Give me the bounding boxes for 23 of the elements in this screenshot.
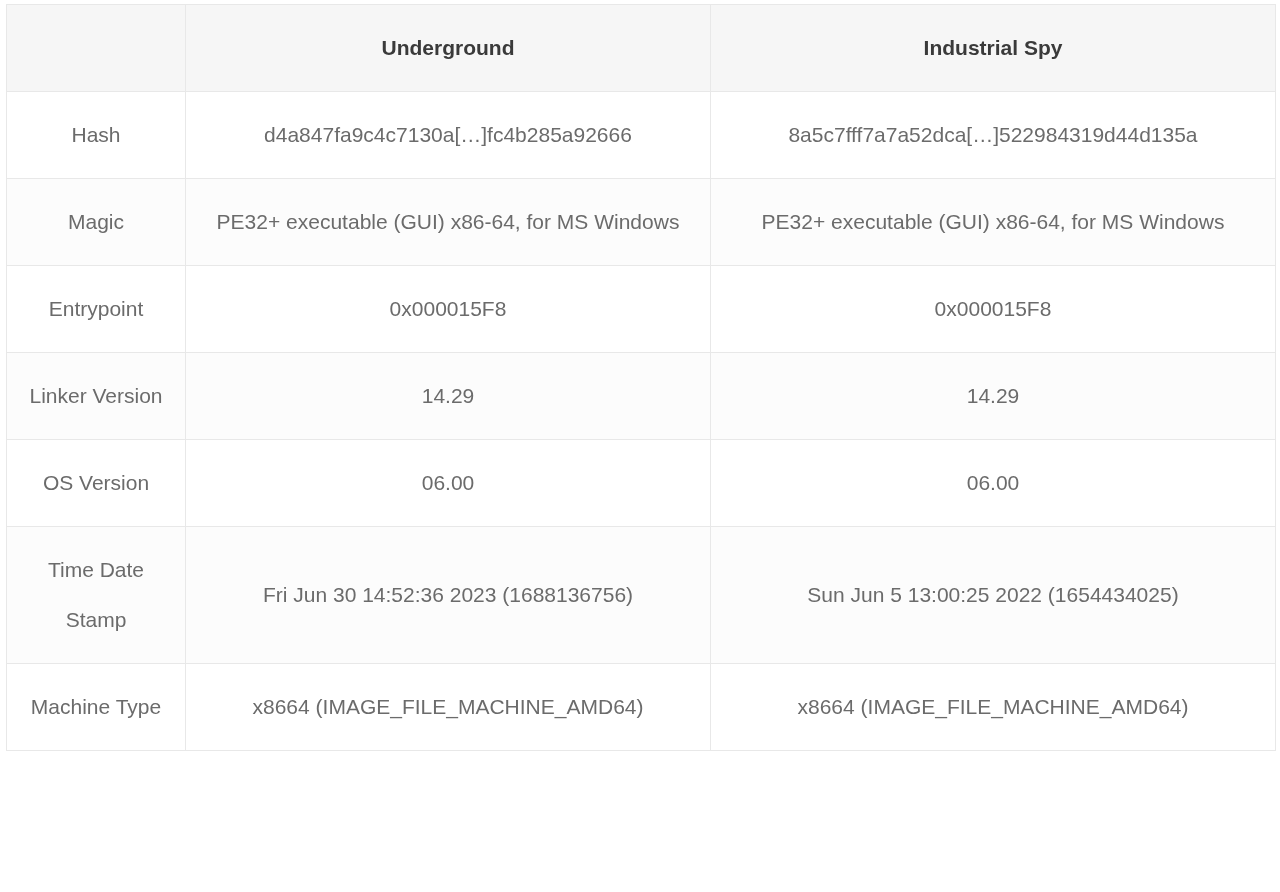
table-cell-text: x8664 (IMAGE_FILE_MACHINE_AMD64) [796,694,1190,721]
row-label: Hash [70,122,122,148]
table-cell-text: 0x000015F8 [388,296,508,322]
row-label: Magic [67,209,125,235]
table-cell-text: 06.00 [965,470,1021,496]
row-label: OS Version [41,470,151,496]
table-cell-text: Fri Jun 30 14:52:36 2023 (1688136756) [261,582,635,608]
column-header: Industrial Spy [922,35,1064,61]
row-label: Entrypoint [47,296,145,322]
row-label: Time Date Stamp [46,557,146,633]
table-cell-text: 8a5c7fff7a7a52dca[…]522984319d44d135a [787,122,1199,148]
table-cell-text: d4a847fa9c4c7130a[…]fc4b285a92666 [263,122,633,148]
table-cell-text: x8664 (IMAGE_FILE_MACHINE_AMD64) [251,694,645,721]
table-cell-text: 0x000015F8 [933,296,1053,322]
table-cell-text: 14.29 [965,383,1021,409]
table-cell-text: Sun Jun 5 13:00:25 2022 (1654434025) [806,582,1180,608]
column-header: Underground [380,35,516,61]
table-cell-text: 14.29 [420,383,476,409]
row-label: Linker Version [28,383,164,409]
row-label: Machine Type [29,694,163,720]
table-cell-text: 06.00 [420,470,476,496]
table-cell-text: PE32+ executable (GUI) x86-64, for MS Windows [760,209,1226,235]
table-cell-text: PE32+ executable (GUI) x86-64, for MS Windows [215,209,681,235]
